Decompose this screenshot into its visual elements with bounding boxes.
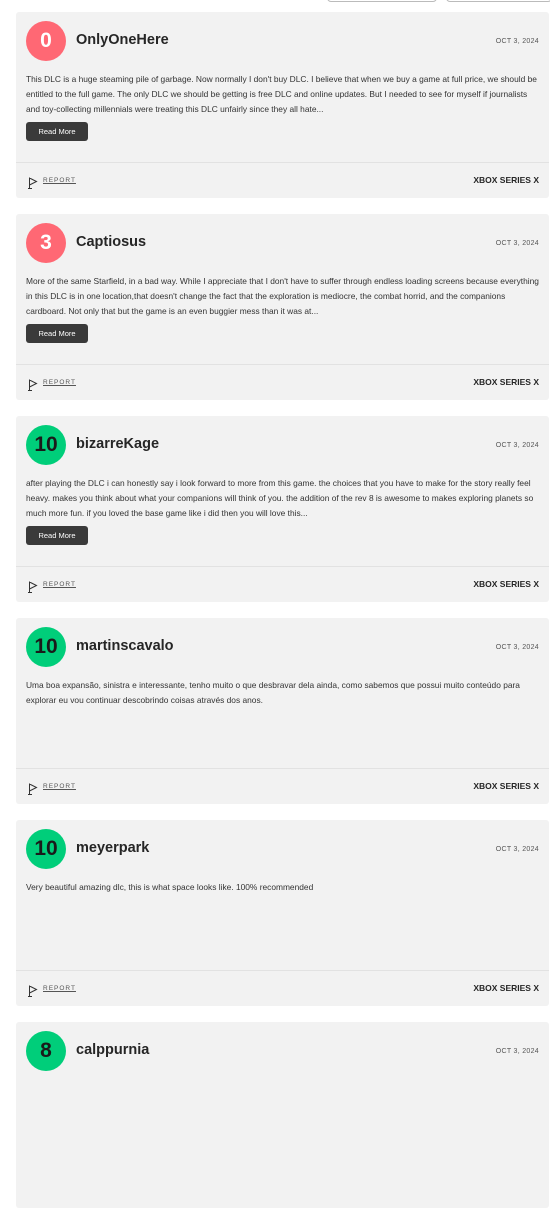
platform-label: XBOX SERIES X: [473, 377, 539, 387]
review-footer: REPORT XBOX SERIES X: [16, 364, 549, 400]
review-text: after playing the DLC i can honestly say…: [26, 478, 534, 518]
username[interactable]: meyerpark: [76, 840, 149, 856]
review-date: OCT 3, 2024: [495, 846, 539, 853]
flag-icon[interactable]: [28, 378, 38, 391]
username[interactable]: Captiosus: [76, 234, 146, 250]
username[interactable]: martinscavalo: [76, 638, 174, 654]
review-card: 10 meyerpark OCT 3, 2024 Very beautiful …: [16, 820, 549, 1006]
review-text: [26, 1082, 539, 1127]
score-badge: 8: [26, 1031, 66, 1071]
platform-label: XBOX SERIES X: [473, 175, 539, 185]
score-badge: 10: [26, 425, 66, 465]
review-text: Very beautiful amazing dlc, this is what…: [26, 882, 314, 892]
report-link[interactable]: REPORT: [43, 783, 76, 790]
review-text: More of the same Starfield, in a bad way…: [26, 276, 539, 316]
review-date: OCT 3, 2024: [495, 442, 539, 449]
report-link[interactable]: REPORT: [43, 379, 76, 386]
review-footer: REPORT XBOX SERIES X: [16, 162, 549, 198]
review-text: This DLC is a huge steaming pile of garb…: [26, 74, 537, 114]
report-link[interactable]: REPORT: [43, 177, 76, 184]
read-more-button[interactable]: Read More: [26, 324, 88, 343]
review-card: 10 bizarreKage OCT 3, 2024 after playing…: [16, 416, 549, 602]
review-date: OCT 3, 2024: [495, 644, 539, 651]
top-button-2[interactable]: [446, 0, 550, 2]
score-badge: 0: [26, 21, 66, 61]
review-footer: REPORT XBOX SERIES X: [16, 768, 549, 804]
flag-icon[interactable]: [28, 176, 38, 189]
review-date: OCT 3, 2024: [495, 38, 539, 45]
username[interactable]: calppurnia: [76, 1042, 149, 1058]
top-button-1[interactable]: [327, 0, 437, 2]
read-more-button[interactable]: Read More: [26, 526, 88, 545]
score-badge: 10: [26, 829, 66, 869]
flag-icon[interactable]: [28, 782, 38, 795]
username[interactable]: OnlyOneHere: [76, 32, 169, 48]
review-card: 8 calppurnia OCT 3, 2024: [16, 1022, 549, 1208]
platform-label: XBOX SERIES X: [473, 781, 539, 791]
platform-label: XBOX SERIES X: [473, 983, 539, 993]
score-badge: 10: [26, 627, 66, 667]
platform-label: XBOX SERIES X: [473, 579, 539, 589]
review-footer: REPORT XBOX SERIES X: [16, 970, 549, 1006]
username[interactable]: bizarreKage: [76, 436, 159, 452]
review-card: 0 OnlyOneHere OCT 3, 2024 This DLC is a …: [16, 12, 549, 198]
report-link[interactable]: REPORT: [43, 985, 76, 992]
review-card: 10 martinscavalo OCT 3, 2024 Uma boa exp…: [16, 618, 549, 804]
flag-icon[interactable]: [28, 580, 38, 593]
report-link[interactable]: REPORT: [43, 581, 76, 588]
review-date: OCT 3, 2024: [495, 1048, 539, 1055]
review-footer: REPORT XBOX SERIES X: [16, 566, 549, 602]
review-card: 3 Captiosus OCT 3, 2024 More of the same…: [16, 214, 549, 400]
review-text: Uma boa expansão, sinistra e interessant…: [26, 680, 520, 705]
read-more-button[interactable]: Read More: [26, 122, 88, 141]
flag-icon[interactable]: [28, 984, 38, 997]
score-badge: 3: [26, 223, 66, 263]
review-date: OCT 3, 2024: [495, 240, 539, 247]
